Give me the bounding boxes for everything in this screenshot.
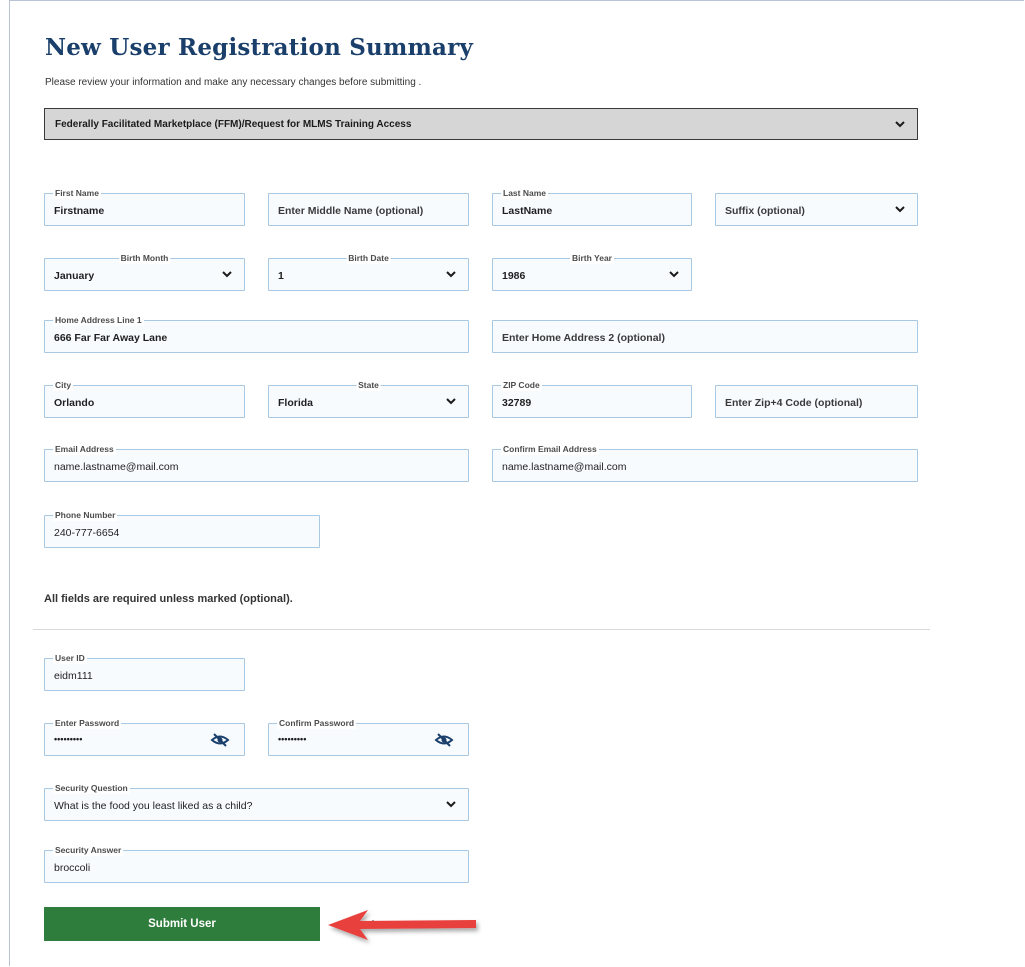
home-address-1-label: Home Address Line 1 <box>53 315 144 326</box>
birth-year-value: 1986 <box>502 270 526 282</box>
program-select[interactable]: Federally Facilitated Marketplace (FFM)/… <box>44 108 918 140</box>
home-address-1-value: 666 Far Far Away Lane <box>54 332 168 344</box>
chevron-down-icon <box>669 271 679 278</box>
city-value: Orlando <box>54 397 95 409</box>
zip-code-value: 32789 <box>502 397 532 409</box>
chevron-down-icon <box>895 121 905 128</box>
state-value: Florida <box>278 397 314 409</box>
chevron-down-icon <box>446 398 456 405</box>
birth-year-select[interactable]: Birth Year 1986 <box>492 253 692 291</box>
state-select[interactable]: State Florida <box>268 380 469 418</box>
email-field[interactable]: Email Address name.lastname@mail.com <box>44 444 469 482</box>
password-field[interactable]: Enter Password ••••••••• <box>44 718 245 756</box>
zip4-placeholder: Enter Zip+4 Code (optional) <box>725 397 863 409</box>
home-address-1-field[interactable]: Home Address Line 1 666 Far Far Away Lan… <box>44 315 469 353</box>
confirm-password-label: Confirm Password <box>277 718 357 729</box>
password-value: ••••••••• <box>54 734 83 744</box>
phone-label: Phone Number <box>53 510 118 521</box>
last-name-label: Last Name <box>501 188 548 199</box>
user-id-field[interactable]: User ID eidm111 <box>44 653 245 691</box>
email-value: name.lastname@mail.com <box>54 461 179 473</box>
city-label: City <box>53 380 74 391</box>
suffix-select[interactable]: Suffix (optional) <box>715 193 918 226</box>
first-name-field[interactable]: First Name Firstname <box>44 188 245 226</box>
home-address-2-field[interactable]: Enter Home Address 2 (optional) <box>492 320 918 353</box>
submit-user-button[interactable]: Submit User <box>44 907 320 941</box>
middle-name-field[interactable]: Enter Middle Name (optional) <box>268 193 469 226</box>
eye-slash-icon[interactable] <box>434 732 454 748</box>
user-id-label: User ID <box>53 653 87 664</box>
zip4-field[interactable]: Enter Zip+4 Code (optional) <box>715 385 918 418</box>
state-label: State <box>356 380 381 391</box>
birth-month-value: January <box>54 270 95 282</box>
first-name-label: First Name <box>53 188 101 199</box>
page-frame <box>9 0 1024 966</box>
city-field[interactable]: City Orlando <box>44 380 245 418</box>
chevron-down-icon <box>446 801 456 808</box>
confirm-password-field[interactable]: Confirm Password ••••••••• <box>268 718 469 756</box>
page-title: New User Registration Summary <box>45 34 474 61</box>
user-id-value: eidm111 <box>54 670 93 682</box>
confirm-email-field[interactable]: Confirm Email Address name.lastname@mail… <box>492 444 918 482</box>
birth-year-label: Birth Year <box>569 253 615 264</box>
last-name-value: LastName <box>502 205 553 217</box>
security-answer-label: Security Answer <box>53 845 124 856</box>
suffix-placeholder: Suffix (optional) <box>725 205 805 217</box>
birth-date-value: 1 <box>278 270 284 282</box>
program-select-value: Federally Facilitated Marketplace (FFM)/… <box>55 118 412 130</box>
birth-date-select[interactable]: Birth Date 1 <box>268 253 469 291</box>
security-question-value: What is the food you least liked as a ch… <box>54 800 253 812</box>
zip-code-label: ZIP Code <box>501 380 542 391</box>
chevron-down-icon <box>895 206 905 213</box>
middle-name-placeholder: Enter Middle Name (optional) <box>278 205 424 217</box>
confirm-email-value: name.lastname@mail.com <box>502 461 627 473</box>
required-fields-note: All fields are required unless marked (o… <box>44 593 293 605</box>
chevron-down-icon <box>446 271 456 278</box>
chevron-down-icon <box>222 271 232 278</box>
last-name-field[interactable]: Last Name LastName <box>492 188 692 226</box>
security-answer-value: broccoli <box>54 862 91 874</box>
home-address-2-placeholder: Enter Home Address 2 (optional) <box>502 332 665 344</box>
zip-code-field[interactable]: ZIP Code 32789 <box>492 380 692 418</box>
security-question-select[interactable]: Security Question What is the food you l… <box>44 783 469 821</box>
birth-month-select[interactable]: Birth Month January <box>44 253 245 291</box>
phone-value: 240-777-6654 <box>54 527 120 539</box>
confirm-password-value: ••••••••• <box>278 734 307 744</box>
red-arrow-icon <box>328 910 476 940</box>
birth-month-label: Birth Month <box>118 253 171 264</box>
security-answer-field[interactable]: Security Answer broccoli <box>44 845 469 883</box>
birth-date-label: Birth Date <box>346 253 391 264</box>
page-subtitle: Please review your information and make … <box>45 77 422 88</box>
confirm-email-label: Confirm Email Address <box>501 444 599 455</box>
phone-field[interactable]: Phone Number 240-777-6654 <box>44 510 320 548</box>
security-question-label: Security Question <box>53 783 130 794</box>
section-divider <box>33 629 930 630</box>
eye-slash-icon[interactable] <box>210 732 230 748</box>
email-label: Email Address <box>53 444 116 455</box>
first-name-value: Firstname <box>54 205 105 217</box>
password-label: Enter Password <box>53 718 122 729</box>
